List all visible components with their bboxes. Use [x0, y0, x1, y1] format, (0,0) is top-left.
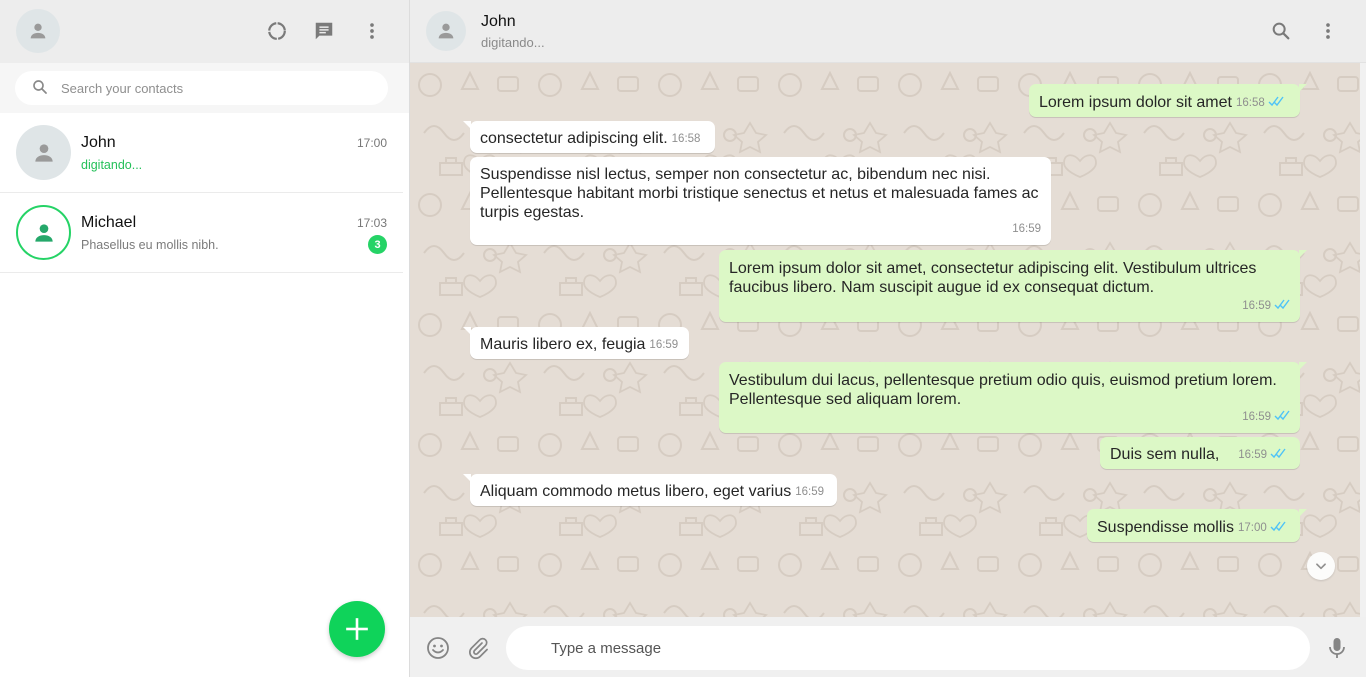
contact-name: Michael: [81, 214, 137, 231]
message-meta: 16:58: [1236, 94, 1284, 113]
status-button[interactable]: [264, 18, 290, 44]
contact-name: John: [81, 134, 116, 151]
chat-search-button[interactable]: [1268, 18, 1294, 44]
user-avatar-icon: [438, 23, 454, 39]
search-bar: [0, 63, 409, 113]
chat-panel: John digitando... Lorem ipsum dolor sit …: [410, 0, 1366, 677]
bubble-tail: [463, 121, 471, 129]
chat-contact-status: digitando...: [481, 35, 545, 50]
sidebar-header: [0, 0, 409, 63]
new-chat-button[interactable]: [311, 18, 337, 44]
message-text: Vestibulum dui lacus, pellentesque preti…: [729, 372, 1277, 408]
message-outgoing[interactable]: Suspendisse mollis 17:00: [1087, 509, 1307, 542]
message-text: Suspendisse mollis: [1097, 519, 1234, 536]
search-input[interactable]: [61, 80, 361, 96]
search-box: [15, 71, 388, 105]
message-text: Mauris libero ex, feugia: [480, 336, 646, 353]
bubble-tail: [1299, 250, 1307, 258]
avatar[interactable]: [426, 11, 466, 51]
sidebar-menu-button[interactable]: [359, 18, 385, 44]
message-time: 16:58: [671, 133, 701, 145]
my-avatar[interactable]: [16, 9, 60, 53]
microphone-icon: [1329, 638, 1345, 658]
search-icon: [1272, 22, 1290, 40]
user-avatar-icon: [34, 223, 53, 242]
paperclip-icon: [469, 637, 488, 660]
message-meta: 16:59: [1238, 446, 1286, 465]
read-receipt-icon: [1274, 410, 1290, 421]
message-outgoing[interactable]: Duis sem nulla, 16:59: [1100, 437, 1300, 469]
message-incoming[interactable]: Mauris libero ex, feugia 16:59: [463, 327, 689, 359]
message-incoming[interactable]: Aliquam commodo metus libero, eget variu…: [463, 474, 837, 506]
unread-badge: 3: [368, 235, 387, 254]
message-time: 16:59: [1242, 300, 1271, 312]
message-meta: 16:59: [1242, 408, 1290, 427]
message-time: 16:59: [1242, 411, 1271, 423]
chevron-down-icon: [1316, 563, 1326, 570]
menu-icon: [1326, 23, 1330, 39]
user-avatar-icon: [30, 23, 46, 39]
message-time: 16:59: [795, 486, 825, 498]
search-icon: [31, 78, 51, 98]
message-text: Lorem ipsum dolor sit amet, consectetur …: [729, 260, 1257, 296]
new-conversation-button[interactable]: [329, 601, 385, 657]
contact-time: 17:00: [356, 136, 387, 150]
avatar: [16, 125, 71, 180]
plus-icon: [346, 618, 368, 640]
message-text: Suspendisse nisl lectus, semper non cons…: [480, 166, 1039, 221]
message-time: 16:59: [1012, 223, 1041, 235]
message-incoming[interactable]: Suspendisse nisl lectus, semper non cons…: [470, 157, 1051, 245]
read-receipt-icon: [1268, 96, 1284, 107]
bubble-tail: [463, 474, 471, 482]
message-time: 17:00: [1237, 522, 1267, 534]
message-outgoing[interactable]: Vestibulum dui lacus, pellentesque preti…: [719, 362, 1307, 433]
emoji-icon: [427, 637, 449, 659]
message-text: Lorem ipsum dolor sit amet: [1039, 94, 1232, 111]
contact-last-message: Phasellus eu mollis nibh.: [81, 238, 219, 252]
sidebar: John 17:00 digitando... Michael 17:03 Ph…: [0, 0, 410, 677]
menu-icon: [370, 23, 374, 39]
contact-item-michael[interactable]: Michael 17:03 Phasellus eu mollis nibh. …: [0, 193, 403, 273]
message-time: 16:59: [649, 339, 679, 351]
avatar: [16, 205, 71, 260]
bubble-tail: [1299, 84, 1307, 92]
chat-contact-name[interactable]: John: [481, 13, 516, 31]
scroll-to-bottom-button[interactable]: [1307, 552, 1335, 580]
user-avatar-icon: [34, 143, 53, 162]
message-outgoing[interactable]: Lorem ipsum dolor sit amet, consectetur …: [719, 250, 1307, 322]
message-text: Aliquam commodo metus libero, eget variu…: [480, 483, 792, 500]
composer: [410, 617, 1366, 677]
status-icon: [268, 22, 286, 40]
message-meta: 17:00: [1238, 519, 1286, 538]
read-receipt-icon: [1274, 299, 1290, 310]
message-text: consectetur adipiscing elit.: [480, 130, 668, 147]
contact-subtitle: digitando...: [81, 158, 143, 172]
scrollbar[interactable]: [1360, 63, 1366, 617]
chat-menu-button[interactable]: [1315, 18, 1341, 44]
bubble-tail: [463, 327, 471, 335]
message-time: 16:58: [1235, 97, 1265, 109]
new-chat-icon: [315, 22, 333, 40]
message-text: Duis sem nulla,: [1110, 446, 1220, 463]
message-outgoing[interactable]: Lorem ipsum dolor sit amet 16:58: [1029, 84, 1307, 117]
contact-item-john[interactable]: John 17:00 digitando...: [0, 113, 403, 193]
message-list: Lorem ipsum dolor sit amet 16:58 consecte…: [410, 63, 1360, 617]
voice-message-button[interactable]: [1324, 635, 1350, 661]
message-incoming[interactable]: consectetur adipiscing elit. 16:58: [463, 121, 715, 153]
emoji-button[interactable]: [425, 635, 451, 661]
bubble-tail: [1299, 362, 1307, 370]
contact-time: 17:03: [356, 216, 387, 230]
message-meta: 16:59: [1242, 297, 1290, 316]
read-receipt-icon: [1270, 521, 1286, 532]
read-receipt-icon: [1270, 448, 1286, 459]
message-time: 16:59: [1238, 449, 1267, 461]
chat-header: John digitando...: [410, 0, 1366, 63]
attach-button[interactable]: [465, 635, 491, 661]
message-input[interactable]: [506, 626, 1310, 670]
bubble-tail: [1299, 509, 1307, 517]
